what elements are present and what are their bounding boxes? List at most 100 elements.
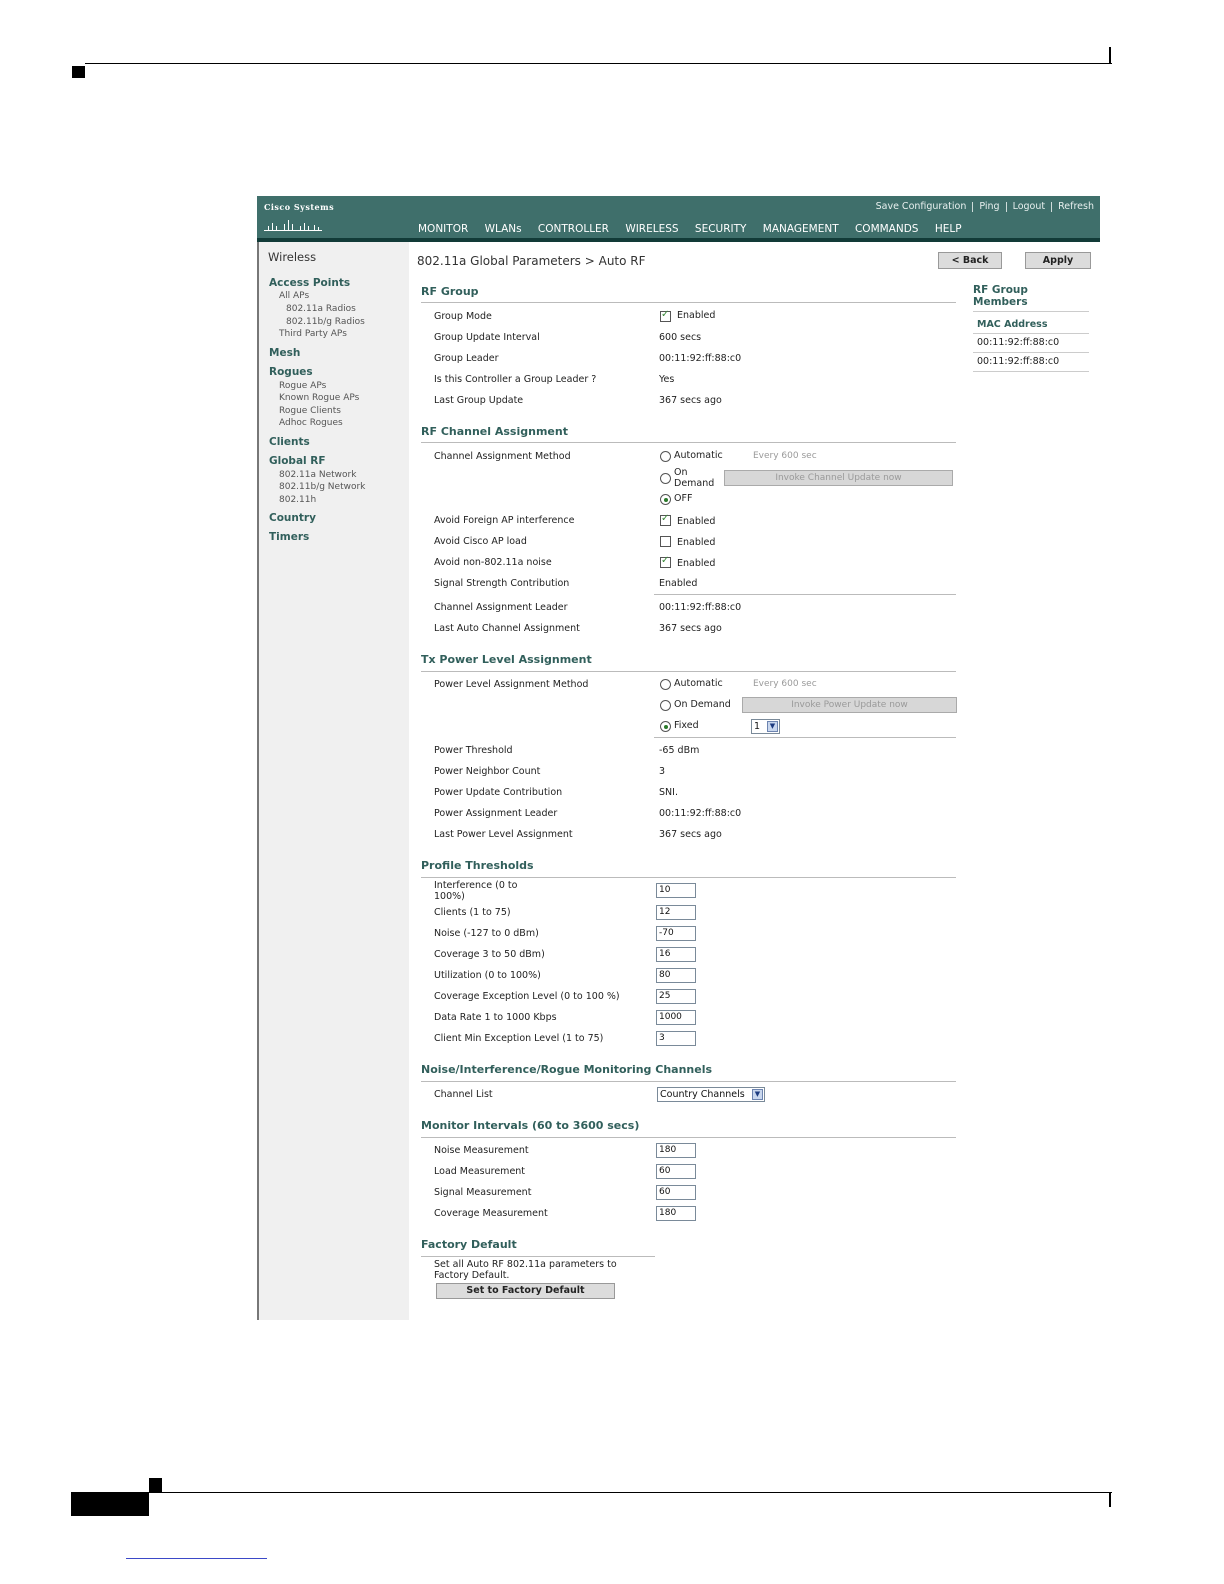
- nav-wireless[interactable]: WIRELESS: [621, 223, 685, 241]
- nav-commands[interactable]: COMMANDS: [855, 223, 919, 235]
- interference-input[interactable]: 10: [656, 883, 696, 898]
- channel-list-value: Country Channels: [660, 1089, 745, 1100]
- channel-off-radio[interactable]: [660, 494, 671, 505]
- clients-threshold-input[interactable]: 12: [656, 905, 696, 920]
- nav-monitor[interactable]: MONITOR: [418, 223, 468, 235]
- signal-strength-value: Enabled: [659, 578, 698, 589]
- channel-method-label: Channel Assignment Method: [434, 451, 571, 462]
- signal-measurement-input[interactable]: 60: [656, 1185, 696, 1200]
- last-power-assignment-label: Last Power Level Assignment: [434, 829, 573, 840]
- sidebar-item-80211bg-radios[interactable]: 802.11b/g Radios: [286, 317, 365, 327]
- sidebar-item-rogues[interactable]: Rogues: [269, 366, 313, 378]
- nav-security[interactable]: SECURITY: [695, 223, 747, 235]
- channel-on-demand-label-line1: On: [674, 467, 688, 478]
- interference-label-line1: Interference (0 to: [434, 880, 518, 891]
- tx-power-rule: [421, 671, 956, 672]
- ping-link[interactable]: Ping: [973, 201, 1005, 212]
- nav-management[interactable]: MANAGEMENT: [763, 223, 839, 235]
- invoke-power-update-button[interactable]: Invoke Power Update now: [742, 697, 957, 713]
- power-on-demand-label: On Demand: [674, 699, 731, 710]
- nav-help[interactable]: HELP: [935, 223, 962, 235]
- rf-group-members-rule: [973, 311, 1089, 312]
- interference-label-line2: 100%): [434, 891, 465, 902]
- data-rate-input[interactable]: 1000: [656, 1010, 696, 1025]
- power-update-contribution-value: SNI.: [659, 787, 678, 798]
- logout-link[interactable]: Logout: [1007, 201, 1052, 212]
- power-subrule: [654, 737, 956, 738]
- power-automatic-radio[interactable]: [660, 679, 671, 690]
- sidebar-item-adhoc-rogues[interactable]: Adhoc Rogues: [279, 418, 343, 428]
- sidebar-item-80211h[interactable]: 802.11h: [279, 495, 316, 505]
- load-measurement-input[interactable]: 60: [656, 1164, 696, 1179]
- sidebar-item-third-party-aps[interactable]: Third Party APs: [279, 329, 347, 339]
- page-footer-block: [71, 1492, 149, 1516]
- noise-measurement-input[interactable]: 180: [656, 1143, 696, 1158]
- clients-threshold-label: Clients (1 to 75): [434, 907, 511, 918]
- data-rate-label: Data Rate 1 to 1000 Kbps: [434, 1012, 557, 1023]
- avoid-foreign-ap-checkbox[interactable]: [660, 513, 671, 526]
- coverage-exception-input[interactable]: 25: [656, 989, 696, 1004]
- sidebar-item-country[interactable]: Country: [269, 512, 316, 524]
- channel-subrule: [654, 594, 956, 595]
- refresh-link[interactable]: Refresh: [1052, 201, 1100, 212]
- power-fixed-select[interactable]: 1 ▼: [751, 719, 780, 734]
- save-configuration-link[interactable]: Save Configuration: [870, 201, 973, 212]
- channel-leader-value: 00:11:92:ff:88:c0: [659, 602, 742, 613]
- power-neighbor-count-value: 3: [659, 766, 666, 777]
- avoid-noise-checkbox[interactable]: [660, 555, 671, 568]
- set-factory-default-button[interactable]: Set to Factory Default: [436, 1283, 615, 1299]
- coverage-threshold-input[interactable]: 16: [656, 947, 696, 962]
- nav-controller[interactable]: CONTROLLER: [538, 223, 609, 235]
- avoid-cisco-load-text: Enabled: [677, 537, 716, 548]
- avoid-cisco-load-checkbox[interactable]: [660, 536, 671, 547]
- group-mode-label: Group Mode: [434, 311, 492, 322]
- page-footer-tick: [1109, 1493, 1111, 1507]
- sidebar-item-clients[interactable]: Clients: [269, 436, 310, 448]
- tx-power-heading: Tx Power Level Assignment: [421, 653, 592, 666]
- noise-threshold-input[interactable]: -70: [656, 926, 696, 941]
- sidebar-item-rogue-clients[interactable]: Rogue Clients: [279, 406, 341, 416]
- sidebar-item-mesh[interactable]: Mesh: [269, 347, 300, 359]
- page-header-rule: [85, 63, 1112, 64]
- sidebar-item-all-aps[interactable]: All APs: [279, 291, 309, 301]
- channel-on-demand-radio[interactable]: [660, 473, 671, 484]
- power-fixed-radio[interactable]: [660, 721, 671, 732]
- channel-automatic-radio[interactable]: [660, 451, 671, 462]
- invoke-channel-update-button[interactable]: Invoke Channel Update now: [724, 470, 953, 486]
- utilization-input[interactable]: 80: [656, 968, 696, 983]
- nav-wlans[interactable]: WLANs: [485, 223, 522, 235]
- channel-list-select[interactable]: Country Channels ▼: [657, 1087, 765, 1102]
- sidebar-title: Wireless: [268, 250, 317, 264]
- avoid-foreign-ap-label: Avoid Foreign AP interference: [434, 515, 575, 526]
- page-footer-rule: [148, 1492, 1112, 1493]
- last-channel-assignment-value: 367 secs ago: [659, 623, 722, 634]
- page-header-marker: [72, 66, 85, 78]
- chevron-down-icon: ▼: [752, 1089, 763, 1100]
- channel-assignment-rule: [421, 442, 956, 443]
- member-row-rule: [973, 371, 1089, 372]
- group-mode-checkbox[interactable]: [660, 309, 671, 322]
- header-links: Save Configuration Ping Logout Refresh: [870, 201, 1100, 213]
- power-fixed-label: Fixed: [674, 720, 699, 731]
- sidebar-item-access-points[interactable]: Access Points: [269, 277, 350, 289]
- page-footer-marker: [149, 1478, 162, 1492]
- sidebar-item-80211a-radios[interactable]: 802.11a Radios: [286, 304, 356, 314]
- rf-group-heading: RF Group: [421, 285, 479, 298]
- sidebar-item-rogue-aps[interactable]: Rogue APs: [279, 381, 326, 391]
- sidebar-item-global-rf[interactable]: Global RF: [269, 455, 326, 467]
- factory-default-rule: [421, 1256, 655, 1257]
- sidebar-item-timers[interactable]: Timers: [269, 531, 309, 543]
- power-automatic-label: Automatic: [674, 678, 723, 689]
- factory-default-desc-line1: Set all Auto RF 802.11a parameters to: [434, 1259, 617, 1270]
- sidebar-item-80211a-network[interactable]: 802.11a Network: [279, 470, 356, 480]
- utilization-label: Utilization (0 to 100%): [434, 970, 541, 981]
- sidebar-item-80211bg-network[interactable]: 802.11b/g Network: [279, 482, 365, 492]
- member-row-rule: [973, 352, 1089, 353]
- client-min-exception-input[interactable]: 3: [656, 1031, 696, 1046]
- back-button[interactable]: < Back: [938, 252, 1002, 269]
- power-on-demand-radio[interactable]: [660, 700, 671, 711]
- sidebar-item-known-rogue-aps[interactable]: Known Rogue APs: [279, 393, 359, 403]
- coverage-measurement-input[interactable]: 180: [656, 1206, 696, 1221]
- apply-button[interactable]: Apply: [1025, 252, 1091, 269]
- channel-list-label: Channel List: [434, 1089, 493, 1100]
